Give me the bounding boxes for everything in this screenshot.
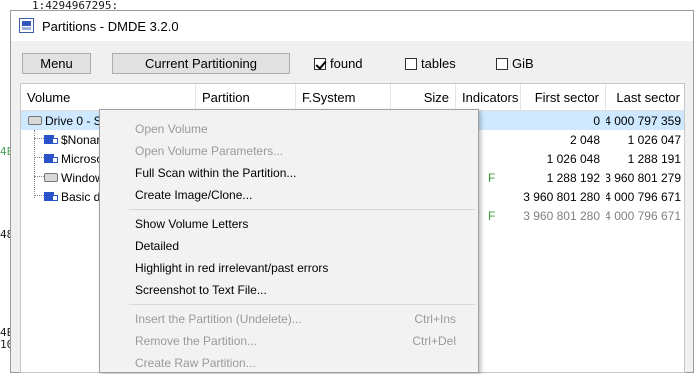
partition-icon — [44, 134, 58, 145]
column-header-volume[interactable]: Volume — [21, 84, 196, 110]
menu-item-label: Highlight in red irrelevant/past errors — [135, 261, 329, 275]
menu-item-show-volume-letters[interactable]: Show Volume Letters — [100, 213, 478, 235]
menu-button[interactable]: Menu — [22, 53, 91, 74]
tables-checkbox[interactable]: tables — [405, 56, 456, 71]
title-bar[interactable]: Partitions - DMDE 3.2.0 — [11, 11, 693, 41]
first-sector-cell: 1 288 192 — [546, 170, 600, 185]
menu-item-insert-partition[interactable]: Insert the Partition (Undelete)... Ctrl+… — [100, 308, 478, 330]
column-header-first-sector[interactable]: First sector — [521, 84, 606, 110]
last-sector-cell: 3 960 801 279 — [606, 170, 681, 185]
menu-item-label: Full Scan within the Partition... — [135, 166, 297, 180]
partition-icon — [44, 153, 58, 164]
gib-checkbox-label: GiB — [512, 56, 534, 71]
column-header-last-sector[interactable]: Last sector — [606, 84, 686, 110]
menu-item-label: Open Volume Parameters... — [135, 144, 284, 158]
found-checkbox-label: found — [330, 56, 363, 71]
menu-item-open-volume-parameters[interactable]: Open Volume Parameters... — [100, 140, 478, 162]
menu-separator — [129, 209, 475, 210]
column-header-filesystem[interactable]: F.System — [296, 84, 391, 110]
menu-separator — [129, 304, 475, 305]
drive-icon — [28, 116, 42, 125]
current-partitioning-button[interactable]: Current Partitioning — [112, 53, 290, 74]
last-sector-cell: 1 026 047 — [627, 132, 681, 147]
menu-item-label: Detailed — [135, 239, 180, 253]
menu-item-label: Open Volume — [135, 122, 208, 136]
menu-item-label: Create Image/Clone... — [135, 188, 253, 202]
menu-item-create-raw-partition[interactable]: Create Raw Partition... — [100, 352, 478, 374]
menu-item-full-scan[interactable]: Full Scan within the Partition... — [100, 162, 478, 184]
menu-item-screenshot-to-text[interactable]: Screenshot to Text File... — [100, 279, 478, 301]
checkbox-unchecked-icon — [405, 57, 417, 70]
menu-item-label: Remove the Partition... — [135, 334, 258, 348]
found-checkbox[interactable]: found — [314, 56, 363, 71]
menu-item-shortcut: Ctrl+Del — [412, 334, 456, 348]
column-header-partition[interactable]: Partition — [196, 84, 296, 110]
volume-name: Drive 0 - S — [45, 113, 102, 128]
menu-item-label: Screenshot to Text File... — [135, 283, 267, 297]
first-sector-cell: 3 960 801 280 — [523, 208, 600, 223]
volume-name: $Nonar — [61, 132, 101, 147]
table-header: Volume Partition F.System Size Indicator… — [21, 84, 684, 111]
menu-item-remove-partition[interactable]: Remove the Partition... Ctrl+Del — [100, 330, 478, 352]
menu-item-label: Create Raw Partition... — [135, 356, 256, 370]
context-menu: Open Volume Open Volume Parameters... Fu… — [99, 109, 479, 373]
menu-item-shortcut: Ctrl+Ins — [414, 312, 456, 326]
indicator-cell: F — [488, 208, 496, 223]
first-sector-cell: 1 026 048 — [546, 151, 600, 166]
drive-icon — [44, 173, 58, 182]
tables-checkbox-label: tables — [421, 56, 456, 71]
menu-item-label: Insert the Partition (Undelete)... — [135, 312, 302, 326]
column-header-size[interactable]: Size — [391, 84, 456, 110]
menu-item-detailed[interactable]: Detailed — [100, 235, 478, 257]
menu-item-create-image-clone[interactable]: Create Image/Clone... — [100, 184, 478, 206]
gib-checkbox[interactable]: GiB — [496, 56, 534, 71]
volume-name: Window — [61, 170, 104, 185]
last-sector-cell: 4 000 797 359 — [606, 113, 681, 128]
first-sector-cell: 0 — [593, 113, 600, 128]
partition-icon — [44, 191, 58, 202]
window-title: Partitions - DMDE 3.2.0 — [42, 19, 179, 34]
checkbox-checked-icon — [314, 57, 326, 70]
last-sector-cell: 4 000 796 671 — [606, 189, 681, 204]
last-sector-cell: 4 000 796 671 — [606, 208, 681, 223]
column-header-indicators[interactable]: Indicators — [456, 84, 521, 110]
menu-item-label: Show Volume Letters — [135, 217, 249, 231]
app-icon — [19, 18, 34, 33]
menu-item-open-volume[interactable]: Open Volume — [100, 118, 478, 140]
volume-name: Microsc — [61, 151, 103, 166]
last-sector-cell: 1 288 191 — [627, 151, 681, 166]
checkbox-unchecked-icon — [496, 57, 508, 70]
indicator-cell: F — [488, 170, 496, 185]
first-sector-cell: 3 960 801 280 — [523, 189, 600, 204]
menu-item-highlight-errors[interactable]: Highlight in red irrelevant/past errors — [100, 257, 478, 279]
first-sector-cell: 2 048 — [569, 132, 600, 147]
